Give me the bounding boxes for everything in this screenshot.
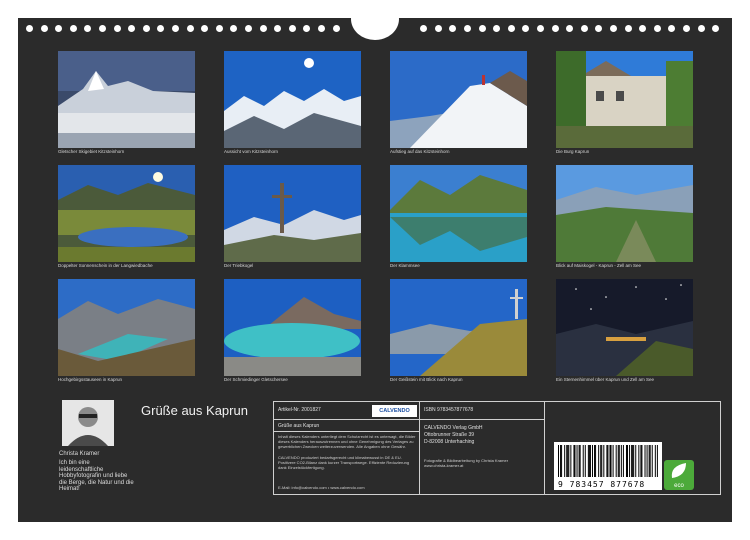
publisher-line: CALVENDO Verlag GmbH — [424, 425, 483, 431]
photo-caption: Die Burg Kaprun — [556, 149, 590, 154]
binding-hole — [478, 25, 486, 32]
binding-hole — [610, 25, 617, 32]
binding-hole — [157, 25, 165, 32]
photo-kitzsteinhorn-ascent — [390, 51, 527, 148]
binding-hole — [142, 25, 150, 32]
photo-caption: Der Schmiedinger Gletschersee — [224, 377, 288, 382]
binding-hole — [420, 25, 428, 32]
article-number: Artikel-Nr. 2001827 — [278, 407, 321, 413]
binding-hole — [288, 25, 296, 32]
binding-hole — [230, 25, 238, 32]
binding-hole — [259, 25, 267, 32]
artist-portrait — [62, 400, 114, 446]
binding-hole — [318, 25, 325, 32]
product-title: Grüße aus Kaprun — [278, 423, 320, 429]
binding-hole — [697, 25, 705, 32]
binding-hole — [566, 25, 574, 32]
photo-caption: Aussicht vom Kitzsteinhorn — [224, 149, 279, 154]
product-info-box: Artikel-Nr. 2001827 CALVENDO Grüße aus K… — [273, 401, 721, 495]
binding-hole — [434, 25, 442, 32]
binding-hole — [595, 25, 603, 32]
divider — [544, 402, 545, 494]
binding-hole — [274, 25, 282, 32]
binding-hole — [26, 25, 33, 32]
artist-name: Christa Kramer — [59, 451, 100, 457]
photo-caption: Aufstieg auf das Kitzsteinhorn — [390, 149, 450, 154]
photo-caption: Ein Sternenhimmel über Kaprun und Zell a… — [556, 377, 655, 382]
binding-hole — [624, 25, 632, 32]
photo-hochgebirgsstauseen — [58, 279, 195, 376]
photo-geissstein — [390, 279, 527, 376]
binding-hole — [683, 25, 690, 32]
photo-credit: www.christa-kramer.at — [424, 463, 464, 468]
photo-caption: Der Geißstein mit Blick nach Kaprun — [390, 377, 463, 382]
binding-hole — [507, 25, 515, 32]
binding-hole — [537, 25, 544, 32]
contact-info: E-Mail: info@calvendo.com • www.calvendo… — [278, 485, 365, 490]
binding-hole — [113, 25, 121, 32]
publisher-line: D-82008 Unterhaching — [424, 439, 475, 445]
photo-schmiedinger-gletschersee — [224, 279, 361, 376]
divider — [419, 402, 420, 494]
binding-hole — [712, 25, 720, 32]
photo-caption: Gletscher Skigebiet Kitzsteinhorn — [58, 149, 125, 154]
divider — [419, 419, 544, 420]
calendar-title: Grüße aus Kaprun — [141, 403, 248, 418]
binding-hole — [449, 25, 457, 32]
production-text: CALVENDO produziert bedarfsgerecht und k… — [278, 455, 410, 470]
binding-hole — [186, 25, 194, 32]
photo-langwiedbache — [58, 165, 195, 262]
calendar-back-cover: Gletscher Skigebiet Kitzsteinhorn Aussic… — [18, 0, 732, 522]
isbn-barcode: 9 783457 877678 — [554, 442, 662, 490]
barcode-digits: 9 783457 877678 — [558, 480, 646, 489]
publisher-line: Ottobrunner Straße 39 — [424, 432, 475, 438]
photo-caption: Doppelter Sonnenschein in der Langwiedba… — [58, 263, 153, 268]
binding-hole — [668, 25, 676, 32]
binding-hole — [201, 25, 209, 32]
binding-hole — [522, 25, 530, 32]
divider — [274, 419, 419, 420]
binding-hole — [332, 25, 340, 32]
binding-hole — [172, 25, 179, 32]
photo-caption: Der Klammsee — [390, 263, 420, 268]
photo-maiskogel-view — [556, 165, 693, 262]
binding-hole — [215, 25, 223, 32]
photo-kitzsteinhorn-view — [224, 51, 361, 148]
photo-burg-kaprun — [556, 51, 693, 148]
calvendo-logo: CALVENDO — [372, 405, 417, 417]
divider — [274, 431, 419, 432]
leaf-icon — [671, 463, 686, 478]
binding-hole — [580, 25, 588, 32]
copyright-text: Inhalt dieses Kalenders unterliegt dem S… — [278, 434, 416, 449]
artist-bio: Ich bin eine leidenschaftliche Hobbyfoto… — [59, 460, 134, 493]
binding-hole — [245, 25, 252, 32]
photo-klammsee — [390, 165, 527, 262]
photo-caption: Blick auf Maiskogel - Kaprun - Zell am S… — [556, 263, 642, 268]
binding-hole — [303, 25, 311, 32]
binding-hole — [639, 25, 647, 32]
binding-hole — [551, 25, 559, 32]
eco-label: eco — [674, 483, 684, 489]
binding-hole — [55, 25, 63, 32]
binding-hole — [69, 25, 77, 32]
photo-caption: Der Triebkogel — [224, 263, 254, 268]
binding-hole — [653, 25, 661, 32]
eco-badge: eco — [664, 460, 694, 490]
isbn: ISBN 9783457877678 — [424, 407, 474, 413]
binding-hole — [84, 25, 92, 32]
photo-triebkogel — [224, 165, 361, 262]
binding-hole — [128, 25, 136, 32]
photo-kitzsteinhorn-glacier — [58, 51, 195, 148]
photo-sternenhimmel — [556, 279, 693, 376]
binding-hole — [99, 25, 106, 32]
binding-hole — [493, 25, 501, 32]
photo-caption: Hochgebirgsstauseen in Kaprun — [58, 377, 123, 382]
binding-hole — [464, 25, 471, 32]
binding-hole — [40, 25, 48, 32]
